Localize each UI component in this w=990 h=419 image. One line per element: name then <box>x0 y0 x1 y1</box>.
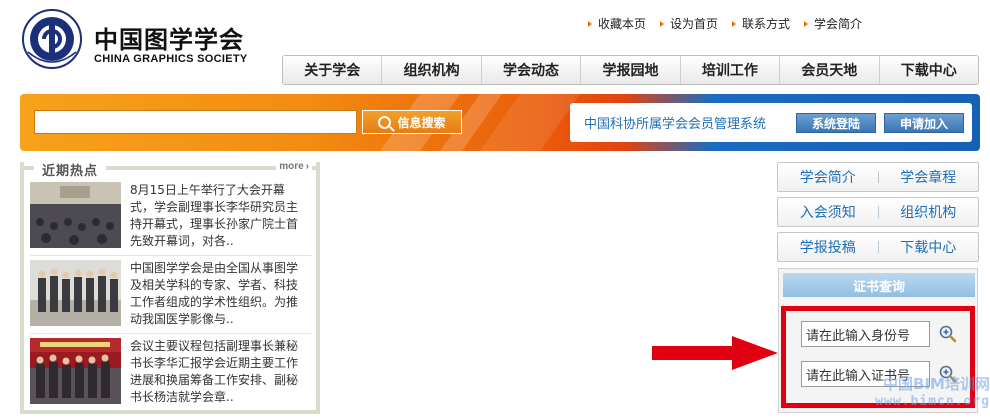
news-summary[interactable]: 会议主要议程包括副理事长兼秘书长李华汇报学会近期主要工作进展和换届筹备工作安排、… <box>130 338 308 406</box>
link-download-center[interactable]: 下载中心 <box>879 237 979 257</box>
main-nav: 关于学会 组织机构 学会动态 学报园地 培训工作 会员天地 下载中心 <box>282 55 979 85</box>
nav-training[interactable]: 培训工作 <box>681 56 781 84</box>
site-logo[interactable]: 中国图学学会 CHINA GRAPHICS SOCIETY <box>20 8 270 70</box>
logo-name-en: CHINA GRAPHICS SOCIETY <box>94 53 248 65</box>
news-summary[interactable]: 中国图学学会是由全国从事图学及相关学科的专家、学者、科技工作者组成的学术性组织。… <box>130 260 308 328</box>
news-thumbnail[interactable] <box>30 260 121 326</box>
nav-organization[interactable]: 组织机构 <box>382 56 482 84</box>
quick-link-row: 入会须知 组织机构 <box>777 197 979 227</box>
red-arrow-icon <box>652 336 778 370</box>
system-login-button[interactable]: 系统登陆 <box>796 113 876 133</box>
nav-news[interactable]: 学会动态 <box>482 56 582 84</box>
list-item: 会议主要议程包括副理事长兼秘书长李华汇报学会近期主要工作进展和换届筹备工作安排、… <box>30 334 312 412</box>
news-thumbnail[interactable] <box>30 338 121 404</box>
link-join-guide[interactable]: 入会须知 <box>778 202 878 222</box>
news-summary[interactable]: 8月15日上午举行了大会开幕式，学会副理事长李华研究员主持开幕式，理事长孙家广院… <box>130 182 308 250</box>
about-link[interactable]: 学会简介 <box>803 15 862 32</box>
nav-about[interactable]: 关于学会 <box>283 56 383 84</box>
news-list: 8月15日上午举行了大会开幕式，学会副理事长李华研究员主持开幕式，理事长孙家广院… <box>30 178 312 412</box>
nav-journal[interactable]: 学报园地 <box>581 56 681 84</box>
link-society-intro[interactable]: 学会简介 <box>778 167 878 187</box>
quick-links: 学会简介 学会章程 入会须知 组织机构 学报投稿 下载中心 <box>777 162 979 267</box>
arrow-right-icon <box>731 20 736 27</box>
search-banner: 信息搜索 中国科协所属学会会员管理系统 系统登陆 申请加入 <box>20 94 980 151</box>
watermark-title: 中国BIM培训网 <box>883 375 990 393</box>
arrow-right-icon <box>659 20 664 27</box>
hot-news-title: 近期热点 <box>34 160 107 179</box>
link-charter[interactable]: 学会章程 <box>879 167 979 187</box>
member-system-title[interactable]: 中国科协所属学会会员管理系统 <box>584 113 766 132</box>
hot-news-panel: 近期热点 more › 8月15日上午举行了大会开幕式，学会副理事长李华研究员主持… <box>20 160 320 414</box>
chevron-right-icon: › <box>305 161 309 172</box>
search-input[interactable] <box>34 110 357 134</box>
search-icon <box>378 115 392 129</box>
bookmark-link[interactable]: 收藏本页 <box>587 15 646 32</box>
more-link[interactable]: more › <box>276 161 312 172</box>
society-emblem-icon <box>22 9 82 69</box>
certificate-query-title: 证书查询 <box>783 273 975 297</box>
arrow-right-icon <box>587 20 592 27</box>
nav-members[interactable]: 会员天地 <box>780 56 880 84</box>
id-number-input[interactable] <box>801 321 930 347</box>
list-item: 中国图学学会是由全国从事图学及相关学科的专家、学者、科技工作者组成的学术性组织。… <box>30 256 312 334</box>
magnifier-plus-icon[interactable] <box>939 325 957 343</box>
arrow-right-icon <box>803 20 808 27</box>
contact-link[interactable]: 联系方式 <box>731 15 790 32</box>
watermark-url: www.bimcn.org <box>875 394 990 409</box>
member-system-box: 中国科协所属学会会员管理系统 系统登陆 申请加入 <box>570 103 972 142</box>
link-organization[interactable]: 组织机构 <box>879 202 979 222</box>
search-button[interactable]: 信息搜索 <box>362 110 462 134</box>
link-submit-paper[interactable]: 学报投稿 <box>778 237 878 257</box>
quick-link-row: 学会简介 学会章程 <box>777 162 979 192</box>
logo-name-cn: 中国图学学会 <box>94 26 244 54</box>
hot-news-header: 近期热点 more › <box>20 160 320 179</box>
set-homepage-link[interactable]: 设为首页 <box>659 15 718 32</box>
news-thumbnail[interactable] <box>30 182 121 248</box>
list-item: 8月15日上午举行了大会开幕式，学会副理事长李华研究员主持开幕式，理事长孙家广院… <box>30 178 312 256</box>
watermark: 中国BIM培训网 www.bimcn.org <box>855 376 990 410</box>
apply-join-button[interactable]: 申请加入 <box>884 113 964 133</box>
quick-link-row: 学报投稿 下载中心 <box>777 232 979 262</box>
top-links: 收藏本页 设为首页 联系方式 学会简介 <box>587 15 862 32</box>
nav-downloads[interactable]: 下载中心 <box>880 56 978 84</box>
